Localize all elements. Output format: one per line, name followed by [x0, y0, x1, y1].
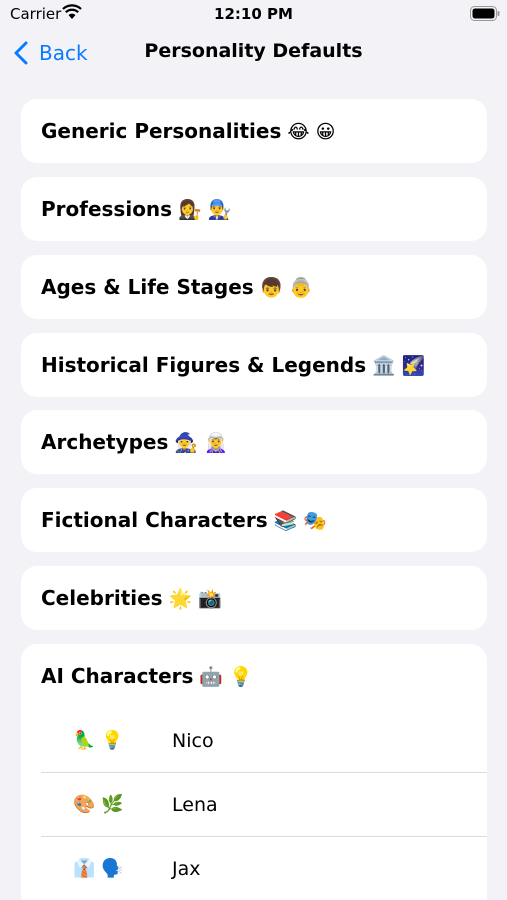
category-emojis: 📚 🎭	[273, 510, 327, 532]
character-name: Jax	[172, 858, 201, 880]
category-label: Generic Personalities	[41, 119, 282, 143]
category-emojis: 🌟 📸	[168, 588, 222, 610]
category-label: Celebrities	[41, 586, 163, 610]
ai-characters-section: AI Characters 🤖 💡 🦜 💡 Nico 🎨 🌿 Lena 👔 🗣️ …	[21, 644, 487, 900]
character-name: Lena	[172, 794, 218, 816]
navigation-bar: Back Personality Defaults	[0, 28, 507, 76]
category-celebrities[interactable]: Celebrities 🌟 📸	[21, 566, 487, 630]
category-emojis: 👦 👵	[259, 277, 314, 299]
category-emojis: 🏛️ 🌠	[372, 355, 426, 377]
category-label: Historical Figures & Legends	[41, 353, 367, 377]
battery-icon	[470, 6, 500, 21]
category-emojis: 😂 😀	[287, 121, 336, 143]
category-ages-life-stages[interactable]: Ages & Life Stages 👦 👵	[21, 255, 487, 319]
character-emojis: 🎨 🌿	[73, 794, 124, 815]
character-row-lena[interactable]: 🎨 🌿 Lena	[21, 773, 487, 837]
category-historical-figures[interactable]: Historical Figures & Legends 🏛️ 🌠	[21, 333, 487, 397]
category-label: Archetypes	[41, 430, 169, 454]
category-generic-personalities[interactable]: Generic Personalities 😂 😀	[21, 99, 487, 163]
category-fictional-characters[interactable]: Fictional Characters 📚 🎭	[21, 488, 487, 552]
character-row-jax[interactable]: 👔 🗣️ Jax	[21, 837, 487, 900]
category-label: Ages & Life Stages	[41, 275, 254, 299]
category-professions[interactable]: Professions 👩‍⚖️ 👨‍🔧	[21, 177, 487, 241]
category-emojis: 🧙‍♀️ 🧝‍♀️	[174, 432, 228, 454]
character-row-nico[interactable]: 🦜 💡 Nico	[21, 709, 487, 773]
character-emojis: 👔 🗣️	[73, 858, 124, 879]
section-header[interactable]: AI Characters 🤖 💡	[41, 644, 253, 708]
character-emojis: 🦜 💡	[73, 730, 124, 751]
section-label: AI Characters	[41, 664, 194, 688]
status-time: 12:10 PM	[214, 5, 293, 23]
section-emojis: 🤖 💡	[199, 666, 253, 688]
category-archetypes[interactable]: Archetypes 🧙‍♀️ 🧝‍♀️	[21, 410, 487, 474]
status-bar: Carrier 12:10 PM	[0, 0, 507, 28]
category-label: Professions	[41, 197, 173, 221]
page-title: Personality Defaults	[144, 40, 363, 62]
category-label: Fictional Characters	[41, 508, 268, 532]
category-emojis: 👩‍⚖️ 👨‍🔧	[178, 199, 232, 221]
character-name: Nico	[172, 730, 214, 752]
